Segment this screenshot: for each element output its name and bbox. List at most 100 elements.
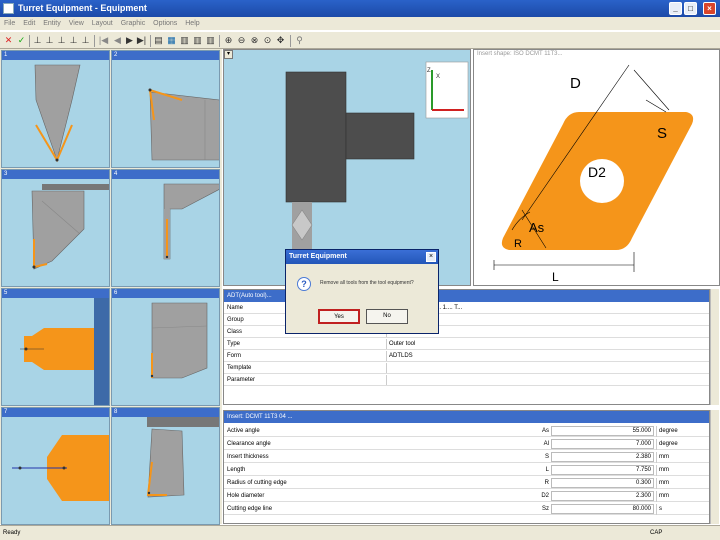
toolbar-separator — [219, 35, 220, 47]
property-label: Template — [227, 365, 252, 371]
property-number[interactable]: 55.000 — [551, 426, 654, 436]
zoom-window-icon[interactable]: ⊙ — [262, 35, 273, 46]
property-row[interactable]: Length L 7.750 mm — [224, 465, 709, 476]
confirm-dialog: Turret Equipment × ? Remove all tools fr… — [285, 249, 439, 334]
property-value[interactable]: Outer tool — [386, 339, 706, 349]
tool3-icon[interactable]: ⊥ — [56, 35, 67, 46]
property-row[interactable]: Hole diameter D2 2.300 mm — [224, 491, 709, 502]
tile-number: 7 — [2, 408, 109, 417]
info-icon[interactable]: ⚲ — [294, 35, 305, 46]
property-number[interactable]: 80.000 — [551, 504, 654, 514]
tool-drawing — [146, 417, 219, 498]
list-icon[interactable]: ▤ — [153, 35, 164, 46]
menu-view[interactable]: View — [69, 20, 84, 27]
tool-properties-scrollbar[interactable] — [710, 289, 719, 405]
tool-drawing — [163, 183, 219, 260]
tool-tile[interactable]: 4 — [111, 169, 220, 287]
insert-properties-scrollbar[interactable] — [710, 410, 719, 524]
no-button[interactable]: No — [366, 309, 408, 324]
tool-tile[interactable]: 8 — [111, 407, 220, 525]
first-icon[interactable]: |◀ — [98, 35, 109, 46]
label-D2: D2 — [588, 164, 606, 180]
property-row[interactable]: Cutting edge line Sz 80.000 s — [224, 504, 709, 515]
maximize-button[interactable]: □ — [684, 2, 697, 15]
label-R: R — [514, 238, 522, 250]
yes-button[interactable]: Yes — [318, 309, 360, 324]
tile1-icon[interactable]: ▥ — [179, 35, 190, 46]
tool-tile[interactable]: 7 — [1, 407, 110, 525]
property-row[interactable]: Type Outer tool — [224, 339, 709, 350]
status-indicator: CAP — [650, 530, 663, 536]
tool-tile[interactable]: 2 — [111, 50, 220, 168]
property-unit: mm — [656, 478, 704, 489]
last-icon[interactable]: ▶| — [136, 35, 147, 46]
pan-icon[interactable]: ✥ — [275, 35, 286, 46]
tile3-icon[interactable]: ▥ — [205, 35, 216, 46]
property-unit: s — [656, 504, 704, 515]
zoom-in-icon[interactable]: ⊕ — [223, 35, 234, 46]
property-row[interactable]: Form ADTLDS — [224, 351, 709, 362]
menu-layout[interactable]: Layout — [92, 20, 113, 27]
check-icon[interactable]: ✓ — [16, 35, 27, 46]
tile-number: 2 — [112, 51, 219, 60]
dialog-close-button[interactable]: × — [426, 252, 436, 262]
property-unit: mm — [656, 452, 704, 463]
tool-tile-grid: 1 2 3 4 5 6 7 8 — [0, 49, 222, 525]
prev-icon[interactable]: ◀ — [112, 35, 123, 46]
toolbar: ✕ ✓ ⊥ ⊥ ⊥ ⊥ ⊥ |◀ ◀ ▶ ▶| ▤ ▦ ▥ ▥ ▥ ⊕ ⊖ ⊗ … — [0, 31, 720, 49]
property-row[interactable]: Clearance angle Al 7.000 degree — [224, 439, 709, 450]
tile-number: 1 — [2, 51, 109, 60]
tool1-icon[interactable]: ⊥ — [32, 35, 43, 46]
menu-file[interactable]: File — [4, 20, 15, 27]
property-label: Name — [227, 305, 244, 311]
tool5-icon[interactable]: ⊥ — [80, 35, 91, 46]
tile2-icon[interactable]: ▥ — [192, 35, 203, 46]
zoom-fit-icon[interactable]: ⊗ — [249, 35, 260, 46]
property-number[interactable]: 2.300 — [551, 491, 654, 501]
insert-shape-image: Insert shape: ISO DCMT 11T3... D S D2 As… — [473, 49, 720, 286]
preview-dropdown-button[interactable]: ▾ — [224, 50, 233, 59]
property-label: Radius of cutting edge — [227, 480, 287, 486]
tool-tile[interactable]: 6 — [111, 288, 220, 406]
property-row[interactable]: Template — [224, 363, 709, 374]
property-unit: mm — [656, 465, 704, 476]
close-button[interactable]: × — [703, 2, 716, 15]
insert-diagram: D S D2 As R L — [493, 64, 694, 284]
property-number[interactable]: 7.750 — [551, 465, 654, 475]
tool-tile[interactable]: 3 — [1, 169, 110, 287]
tool-tile[interactable]: 5 — [1, 288, 110, 406]
next-icon[interactable]: ▶ — [124, 35, 135, 46]
app-icon — [3, 3, 14, 14]
grid-icon[interactable]: ▦ — [166, 35, 177, 46]
property-label: Length — [227, 467, 246, 473]
property-value[interactable] — [386, 363, 706, 373]
tool-tile[interactable]: 1 — [1, 50, 110, 168]
minimize-button[interactable]: _ — [669, 2, 682, 15]
menu-entity[interactable]: Entity — [43, 20, 61, 27]
menu-edit[interactable]: Edit — [23, 20, 35, 27]
property-value[interactable] — [386, 375, 706, 385]
menu-help[interactable]: Help — [185, 20, 199, 27]
property-row[interactable]: Parameter — [224, 375, 709, 386]
menu-bar: File Edit Entity View Layout Graphic Opt… — [0, 17, 720, 30]
property-symbol: D2 — [541, 493, 549, 499]
tool2-icon[interactable]: ⊥ — [44, 35, 55, 46]
property-value[interactable]: ADTLDS — [386, 351, 706, 361]
tile-number: 6 — [112, 289, 219, 298]
property-row[interactable]: Radius of cutting edge R 0.300 mm — [224, 478, 709, 489]
property-row[interactable]: Insert thickness S 2.380 mm — [224, 452, 709, 463]
property-number[interactable]: 7.000 — [551, 439, 654, 449]
axis-x-label: X — [436, 74, 440, 80]
property-number[interactable]: 0.300 — [551, 478, 654, 488]
tool-drawing — [148, 88, 219, 161]
property-number[interactable]: 2.380 — [551, 452, 654, 462]
property-row[interactable]: Active angle As 55.000 degree — [224, 426, 709, 437]
tool-drawing — [12, 435, 109, 501]
property-symbol: L — [545, 467, 549, 473]
tool4-icon[interactable]: ⊥ — [68, 35, 79, 46]
zoom-out-icon[interactable]: ⊖ — [236, 35, 247, 46]
tile-number: 3 — [2, 170, 109, 179]
menu-options[interactable]: Options — [153, 20, 177, 27]
delete-icon[interactable]: ✕ — [3, 35, 14, 46]
menu-graphic[interactable]: Graphic — [121, 20, 146, 27]
